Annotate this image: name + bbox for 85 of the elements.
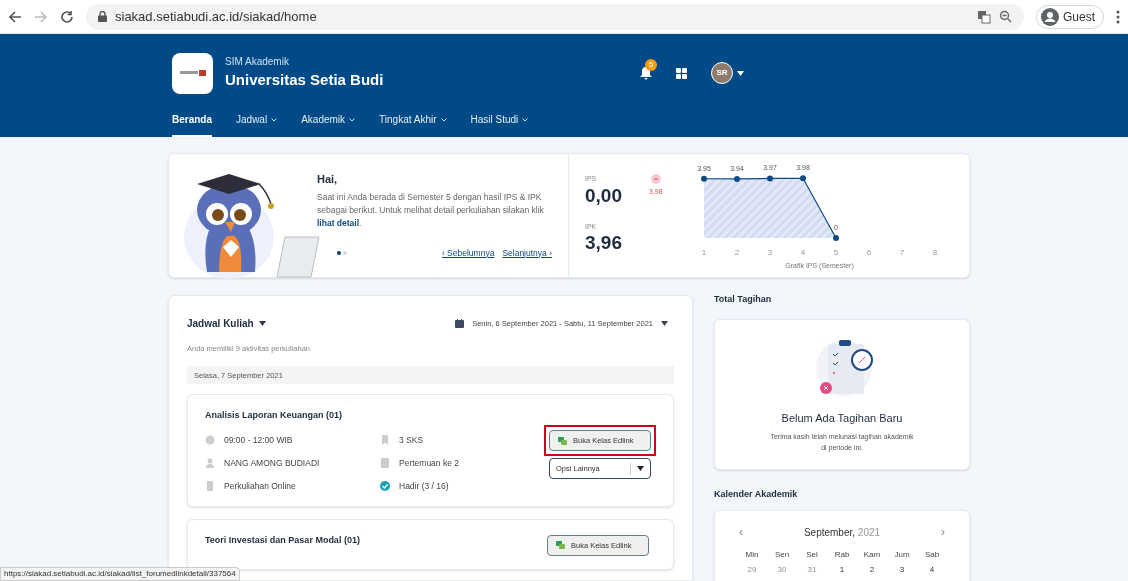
data-point	[800, 175, 806, 182]
schedule-title[interactable]: Jadwal Kuliah	[187, 316, 254, 331]
caret-icon	[737, 70, 744, 76]
user-avatar[interactable]: SR	[711, 62, 733, 84]
x-tick-label: 3	[767, 248, 773, 257]
calendar-day[interactable]: 2	[857, 565, 887, 574]
course-detail: Pertemuan ke 2	[399, 456, 459, 470]
weekday-label: Min	[744, 549, 760, 561]
weekday-label: Jum	[893, 549, 911, 561]
calendar-day[interactable]: 30	[767, 565, 797, 574]
greeting-title: Hai,	[317, 172, 339, 187]
building-icon	[205, 481, 215, 492]
calendar-title: Kalender Akademik	[714, 487, 799, 501]
x-tick-label: 7	[899, 248, 905, 257]
weekday-label: Kam	[862, 549, 882, 561]
back-icon[interactable]	[8, 9, 22, 24]
calendar-icon	[455, 319, 465, 328]
chevron-icon	[349, 117, 356, 122]
previous-month-button[interactable]: ‹	[737, 523, 745, 541]
translate-icon[interactable]	[977, 9, 991, 24]
weekday-label: Sen	[773, 549, 791, 561]
course-detail: Hadir (3 / 16)	[399, 479, 449, 493]
course-title: Teori Investasi dan Pasar Modal (01)	[205, 533, 360, 547]
weekday-label: Rab	[833, 549, 851, 561]
course-detail: NANG AMONG BUDIADI	[224, 456, 320, 470]
course-detail: Perkuliahan Online	[224, 479, 296, 493]
data-point	[734, 175, 740, 182]
chevron-icon	[440, 117, 447, 122]
caret-icon	[637, 466, 644, 472]
x-tick-label: 6	[866, 248, 872, 257]
zoom-icon[interactable]	[999, 10, 1012, 23]
apps-grid-icon[interactable]	[676, 67, 687, 79]
greeting-message: Saat ini Anda berada di Semester 5 dengan hasil IPS & IPK sebagai berikut. Untuk melihat detail perkuliahan silakan klik lihat detail.	[317, 190, 545, 230]
address-bar[interactable]: siakad.setiabudi.ac.id/siakad/home	[86, 3, 1024, 30]
reload-icon[interactable]	[60, 9, 74, 24]
data-point	[767, 175, 773, 182]
weekday-label: Sel	[805, 549, 819, 561]
chevron-icon	[522, 117, 529, 122]
university-logo[interactable]	[172, 52, 213, 94]
x-tick-label: 4	[800, 248, 806, 257]
chat-icon	[558, 436, 567, 445]
document-icon	[380, 458, 390, 469]
url-text: siakad.setiabudi.ac.id/siakad/home	[115, 7, 317, 26]
x-tick-label: 2	[734, 248, 740, 257]
nav-tab[interactable]: Beranda	[172, 104, 212, 137]
menu-icon[interactable]	[1116, 9, 1120, 24]
x-tick-label: 8	[932, 248, 938, 257]
calendar-day[interactable]: 3	[887, 565, 917, 574]
app-subtitle: SIM Akademik	[225, 55, 290, 70]
person-icon	[1041, 7, 1059, 26]
clock-icon	[205, 435, 215, 446]
calendar-day[interactable]: 1	[827, 565, 857, 574]
person-icon	[205, 458, 215, 469]
x-tick-label: 5	[833, 248, 839, 257]
notification-count: 5	[645, 58, 657, 71]
course-detail: 09:00 - 12:00 WIB	[224, 433, 293, 447]
app-title: Universitas Setia Budi	[225, 70, 384, 91]
caret-icon	[258, 321, 266, 326]
nav-tab[interactable]: Tingkat Akhir	[379, 104, 447, 137]
year-label: 2021	[857, 526, 881, 538]
lock-icon	[98, 11, 107, 22]
data-point	[833, 235, 839, 241]
x-tick-label: 1	[701, 248, 707, 257]
previous-link[interactable]: ‹ Sebelumnya	[441, 246, 495, 260]
data-point	[701, 175, 707, 182]
ips-value: 0,00	[585, 184, 622, 207]
caret-icon	[661, 321, 668, 326]
billing-title: Total Tagihan	[714, 293, 773, 306]
link-preview-tooltip: https://siakad.setiabudi.ac.id/siakad/list_forumedlinkdetail/337564	[0, 567, 240, 581]
ipk-value: 3,96	[585, 232, 622, 254]
month-label: September,	[803, 526, 856, 538]
weekday-label: Sab	[923, 549, 941, 561]
next-month-button[interactable]: ›	[939, 523, 947, 541]
next-link[interactable]: Selanjutnya ›	[502, 246, 552, 260]
course-detail: 3 SKS	[399, 433, 424, 447]
nav-tab[interactable]: Akademik	[301, 104, 356, 137]
chevron-icon	[271, 117, 278, 122]
nav-tab[interactable]: Jadwal	[236, 104, 278, 137]
bookmark-icon	[380, 435, 390, 446]
check-circle-icon	[380, 481, 390, 492]
course-title: Analisis Laporan Keuangan (01)	[205, 409, 344, 423]
empty-state-title: Belum Ada Tagihan Baru	[781, 410, 903, 426]
calendar-day[interactable]: 4	[917, 565, 947, 574]
nav-tab[interactable]: Hasil Studi	[470, 104, 529, 137]
chat-icon	[556, 541, 565, 550]
